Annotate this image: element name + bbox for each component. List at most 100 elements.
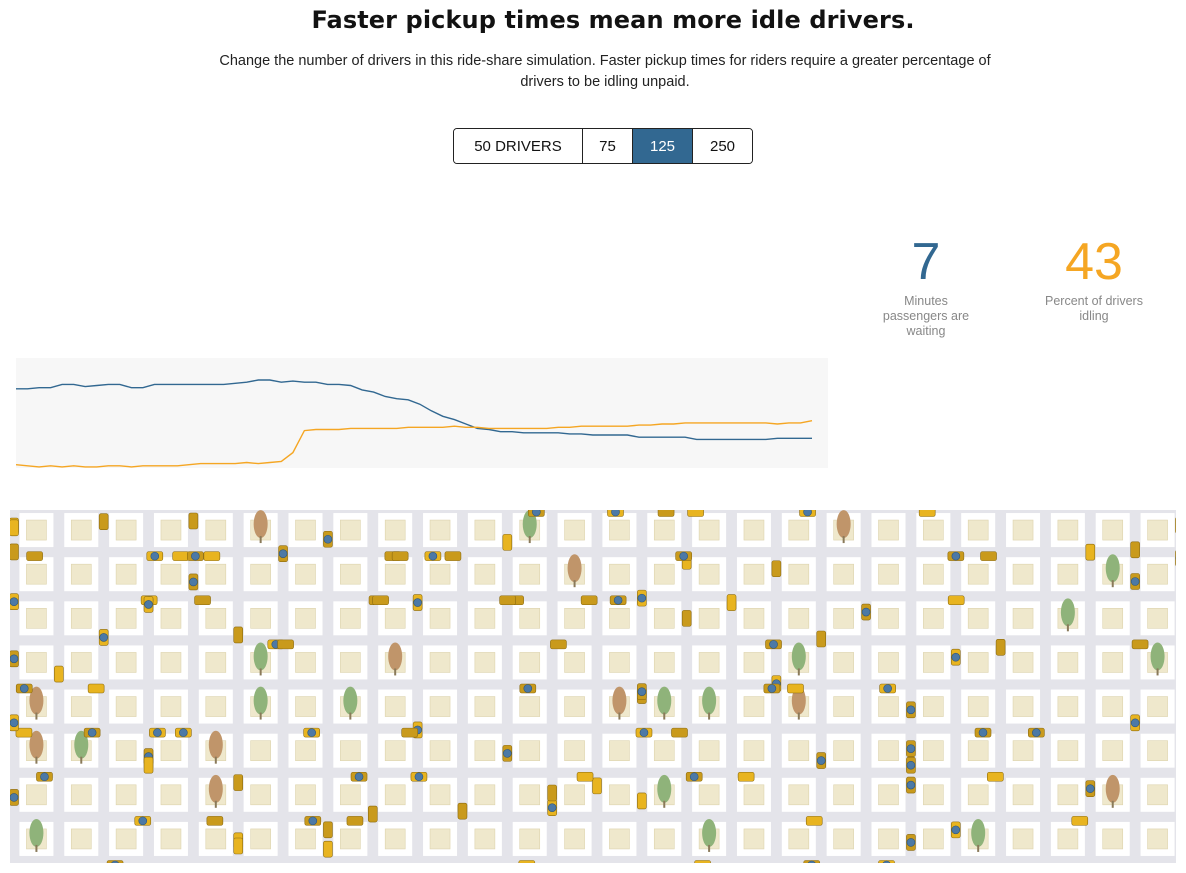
passenger-icon (1130, 718, 1140, 728)
passenger-icon (613, 595, 623, 605)
tree-icon (612, 686, 627, 715)
parking-lot (743, 828, 765, 850)
car-icon (444, 551, 462, 561)
car-icon (1175, 517, 1176, 533)
parking-lot (923, 652, 944, 673)
parking-lot (384, 563, 406, 585)
parking-lot (743, 652, 765, 673)
parking-lot (160, 652, 182, 673)
tree-icon (657, 686, 672, 715)
car-icon (233, 774, 244, 791)
passenger-icon (637, 593, 647, 603)
passenger-icon (861, 607, 871, 617)
parking-lot (250, 740, 271, 761)
tree-icon (1060, 598, 1075, 627)
parking-lot (205, 652, 227, 673)
parking-lot (564, 652, 585, 673)
parking-lot (429, 652, 451, 673)
parking-lot (653, 828, 675, 850)
parking-lot (519, 563, 541, 585)
option-75-drivers[interactable]: 75 (582, 129, 632, 163)
tree-trunk (528, 536, 531, 544)
parking-lot (519, 696, 541, 717)
option-250-drivers[interactable]: 250 (692, 129, 752, 163)
tree-trunk (349, 712, 352, 720)
tree-trunk (35, 712, 38, 720)
parking-lot (474, 740, 496, 761)
car-icon (694, 860, 711, 863)
parking-lot (1012, 740, 1034, 761)
parking-lot (205, 696, 227, 717)
parking-lot (698, 563, 720, 585)
parking-lot (833, 608, 854, 629)
tree-trunk (977, 844, 980, 852)
parking-lot (1102, 740, 1124, 761)
parking-lot (878, 740, 899, 761)
parking-lot (1102, 519, 1124, 541)
passenger-icon (1086, 784, 1095, 793)
car-icon (54, 665, 64, 683)
passenger-icon (191, 551, 200, 561)
parking-lot (474, 652, 496, 673)
parking-lot (340, 608, 361, 629)
parking-lot (1057, 696, 1079, 717)
passenger-icon (150, 551, 160, 561)
car-icon (980, 551, 997, 561)
passenger-icon (323, 534, 333, 544)
passenger-icon (354, 772, 364, 782)
parking-lot (1102, 608, 1124, 629)
car-icon (995, 638, 1006, 656)
parking-lot (160, 784, 182, 806)
parking-lot (429, 563, 451, 585)
car-icon (323, 840, 333, 858)
parking-lot (878, 563, 899, 585)
tree-trunk (842, 536, 845, 544)
parking-lot (1012, 519, 1034, 541)
passenger-icon (767, 684, 777, 693)
passenger-icon (10, 718, 19, 728)
tree-icon (253, 686, 268, 715)
passenger-icon (19, 684, 29, 693)
tree-icon (702, 686, 717, 715)
passenger-icon (679, 551, 688, 561)
parking-lot (609, 652, 630, 673)
tree-trunk (573, 580, 576, 588)
car-icon (737, 771, 755, 782)
headline: Faster pickup times mean more idle drive… (311, 6, 915, 34)
parking-lot (295, 608, 316, 629)
parking-lot (340, 519, 361, 541)
parking-lot (250, 563, 271, 585)
tree-trunk (663, 800, 666, 808)
car-icon (502, 534, 513, 551)
tree-trunk (1111, 580, 1114, 588)
car-icon (805, 816, 823, 826)
parking-lot (295, 784, 316, 806)
car-icon (1071, 816, 1089, 826)
passenger-icon (611, 510, 620, 517)
parking-lot (70, 652, 92, 673)
parking-lot (340, 652, 361, 673)
car-icon (10, 519, 19, 537)
passenger-icon (689, 772, 699, 782)
car-icon (1131, 639, 1149, 650)
parking-lot (205, 563, 227, 585)
parking-lot (115, 608, 137, 629)
parking-lot (878, 784, 899, 806)
car-icon (592, 777, 602, 795)
passenger-icon (138, 816, 148, 826)
car-icon (681, 610, 692, 627)
option-125-drivers[interactable]: 125 (632, 129, 692, 163)
car-icon (1130, 541, 1140, 559)
parking-lot (743, 784, 765, 806)
parking-lot (1147, 784, 1168, 806)
city-simulation-map (10, 510, 1176, 863)
parking-lot (70, 608, 92, 629)
wait-time-caption: Minutes passengers are waiting (882, 294, 970, 338)
parking-lot (1057, 652, 1079, 673)
parking-lot (923, 563, 944, 585)
passenger-icon (906, 760, 916, 770)
parking-lot (519, 608, 541, 629)
tree-trunk (797, 712, 800, 720)
parking-lot (698, 740, 720, 761)
option-50-drivers[interactable]: 50 DRIVERS (454, 129, 582, 163)
